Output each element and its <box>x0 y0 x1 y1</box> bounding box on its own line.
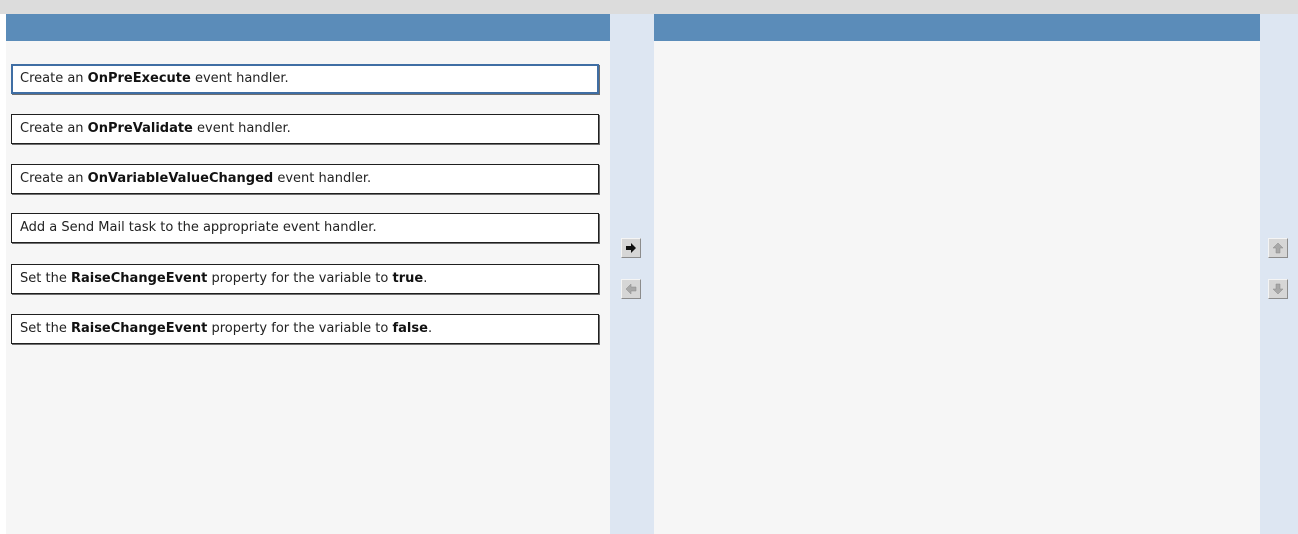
answer-area-header <box>654 14 1260 41</box>
source-item-send-mail-task[interactable]: Add a Send Mail task to the appropriate … <box>11 213 599 243</box>
item-value: false <box>392 321 428 336</box>
up-arrow-icon <box>1272 242 1284 254</box>
move-left-button[interactable] <box>621 279 641 299</box>
item-text: event handler. <box>192 121 291 136</box>
top-rule <box>0 0 1298 14</box>
item-value: true <box>392 271 424 286</box>
item-text: property for the variable to <box>207 271 393 286</box>
item-text: Set the <box>20 321 71 336</box>
source-item-raise-change-event-true[interactable]: Set the RaiseChangeEvent property for th… <box>11 264 599 294</box>
item-text: property for the variable to <box>207 321 393 336</box>
item-text: Set the <box>20 271 71 286</box>
move-down-button[interactable] <box>1268 279 1288 299</box>
item-text: Create an <box>20 171 88 186</box>
source-item-on-variable-value-changed[interactable]: Create an OnVariableValueChanged event h… <box>11 164 599 194</box>
right-arrow-icon <box>626 243 636 253</box>
source-item-raise-change-event-false[interactable]: Set the RaiseChangeEvent property for th… <box>11 314 599 344</box>
item-text: . <box>427 321 433 336</box>
item-text: event handler. <box>190 71 289 86</box>
left-arrow-icon <box>625 283 637 295</box>
item-text: Add a Send Mail task to the appropriate … <box>20 220 377 235</box>
answer-choices-header <box>6 14 610 41</box>
item-text: . <box>423 271 428 286</box>
item-keyword: OnPreExecute <box>87 71 191 86</box>
reorder-controls-strip <box>1260 14 1298 534</box>
source-item-on-pre-execute[interactable]: Create an OnPreExecute event handler. <box>11 64 599 94</box>
item-keyword: RaiseChangeEvent <box>70 271 208 286</box>
down-arrow-icon <box>1272 283 1284 295</box>
item-text: event handler. <box>273 171 372 186</box>
source-item-on-pre-validate[interactable]: Create an OnPreValidate event handler. <box>11 114 599 144</box>
item-keyword: OnPreValidate <box>87 121 193 136</box>
move-right-button[interactable] <box>621 238 641 258</box>
move-up-button[interactable] <box>1268 238 1288 258</box>
item-text: Create an <box>20 71 88 86</box>
item-text: Create an <box>20 121 88 136</box>
transfer-controls-strip <box>610 14 654 534</box>
item-keyword: RaiseChangeEvent <box>70 321 208 336</box>
item-keyword: OnVariableValueChanged <box>87 171 274 186</box>
answer-area-panel[interactable] <box>654 41 1260 534</box>
